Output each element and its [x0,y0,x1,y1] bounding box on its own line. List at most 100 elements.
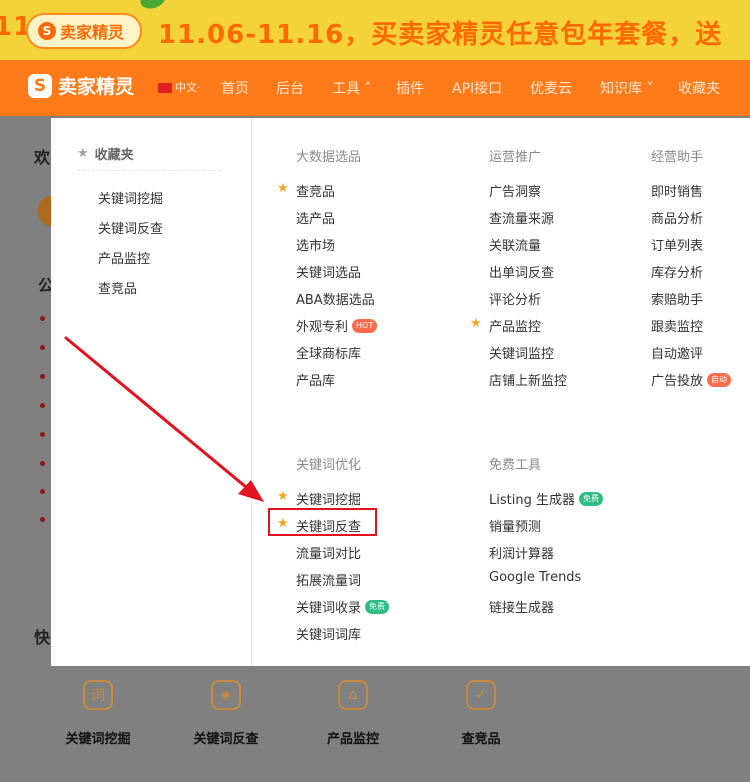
menu-item-keyword-selection[interactable]: 关键词选品 [296,262,361,281]
monitor-bag-icon: ⌂ [338,680,368,710]
notice-bullet [40,517,45,522]
box-search-icon: ◈ [211,680,241,710]
star-icon: ★ [77,146,89,161]
section-title-keyword: 关键词优化 [296,458,362,473]
menu-item-aba-selection[interactable]: ABA数据选品 [296,289,375,308]
notice-bullet [40,316,45,321]
quick-label: 关键词反查 [193,732,259,747]
menu-item-select-market[interactable]: 选市场 [296,235,335,254]
menu-item-google-trends[interactable]: Google Trends [489,570,581,585]
menu-item-check-competitor[interactable]: 查竞品 [296,181,335,200]
menu-item-review-analysis[interactable]: 评论分析 [489,289,541,308]
brand-logo-icon: S [38,22,56,40]
banner-brand-text: 卖家精灵 [60,23,125,42]
menu-item-trademark-db[interactable]: 全球商标库 [296,343,361,362]
quick-keyword-reverse[interactable]: ◈ 关键词反查 [181,680,271,747]
menu-item-keyword-mining[interactable]: 关键词挖掘 [296,489,361,508]
menu-item-product-analysis[interactable]: 商品分析 [651,208,703,227]
nav-backend[interactable]: 后台 [276,78,304,98]
logo-text: 卖家精灵 [58,76,135,98]
menu-item-label: 外观专利 [296,320,349,335]
menu-item-keyword-monitor[interactable]: 关键词监控 [489,343,554,362]
section-title-ops: 运营推广 [489,150,542,165]
menu-item-auto-review-request[interactable]: 自动邀评 [651,343,703,362]
favorite-item[interactable]: 产品监控 [98,248,150,267]
quick-keyword-mining[interactable]: 词 关键词挖掘 [53,680,143,747]
menu-item-ad-insight[interactable]: 广告洞察 [489,181,541,200]
menu-item-link-generator[interactable]: 链接生成器 [489,597,554,616]
hot-badge: HOT [352,318,378,333]
language-switcher[interactable]: 中文· [175,79,201,95]
nav-api[interactable]: API接口 [452,78,502,98]
favorites-title: 收藏夹 [94,148,134,163]
logo-icon: S [28,73,52,98]
menu-item-sales-forecast[interactable]: 销量预测 [489,516,541,535]
menu-item-product-monitor[interactable]: 产品监控 [489,316,541,335]
quick-product-monitor[interactable]: ⌂ 产品监控 [308,680,398,747]
menu-item-design-patent[interactable]: 外观专利 HOT [296,316,378,335]
star-icon: ★ [470,316,482,331]
notice-bullet [40,489,45,494]
nav-tools[interactable]: 工具 ˄ [332,78,371,98]
section-title-big-data: 大数据选品 [296,150,362,165]
menu-item-order-list[interactable]: 订单列表 [651,235,703,254]
top-nav: S 卖家精灵 中文· 首页 后台 工具 ˄ 插件 API接口 优麦云 知识库 ˅… [0,60,750,116]
notice-bullet [40,432,45,437]
quick-label: 产品监控 [326,732,379,747]
promo-banner[interactable]: 11 S 卖家精灵 11.06-11.16，买卖家精灵任意包年套餐，送 [0,0,750,60]
quick-label: 关键词挖掘 [65,732,131,747]
menu-item-listing-generator[interactable]: Listing 生成器 免费 [489,489,603,508]
menu-item-store-new-monitor[interactable]: 店铺上新监控 [489,370,567,389]
star-icon: ★ [277,489,289,504]
free-badge: 免费 [578,491,603,506]
menu-item-hijack-monitor[interactable]: 跟卖监控 [651,316,703,335]
menu-item-label: 广告投放 [651,374,704,389]
notice-bullet [40,461,45,466]
nav-youmaiyun[interactable]: 优麦云 [530,78,572,98]
nav-knowledge[interactable]: 知识库 ˅ [600,78,653,98]
quick-check-competitor[interactable]: ✓ 查竞品 [436,680,526,747]
tools-dropdown-menu: ★ 收藏夹 关键词挖掘 关键词反查 产品监控 查竞品 [51,118,750,666]
menu-item-label: 关键词收录 [296,601,362,616]
menu-item-order-keyword-reverse[interactable]: 出单词反查 [489,262,554,281]
menu-item-product-db[interactable]: 产品库 [296,370,335,389]
star-icon: ★ [277,181,289,196]
menu-item-label: Listing 生成器 [489,493,575,508]
quick-label: 查竞品 [461,732,501,747]
section-title-free: 免费工具 [489,458,542,473]
favorite-item[interactable]: 关键词反查 [98,218,163,237]
free-badge: 免费 [365,599,390,614]
welcome-fragment: 欢 [34,148,51,167]
quick-fragment: 快 [34,628,51,647]
menu-item-keyword-indexing[interactable]: 关键词收录 免费 [296,597,390,616]
notice-bullet [40,403,45,408]
menu-item-traffic-keyword-compare[interactable]: 流量词对比 [296,543,361,562]
china-flag-icon[interactable] [158,83,172,93]
menu-item-related-traffic[interactable]: 关联流量 [489,235,541,254]
menu-item-claim-assistant[interactable]: 索赔助手 [651,289,703,308]
menu-item-instant-sales[interactable]: 即时销售 [651,181,703,200]
notice-bullet [40,374,45,379]
nav-favorites[interactable]: 收藏夹 [678,78,720,98]
divider [77,170,221,171]
favorites-column: ★ 收藏夹 关键词挖掘 关键词反查 产品监控 查竞品 [51,118,252,666]
nav-home[interactable]: 首页 [221,78,249,98]
menu-item-traffic-source[interactable]: 查流量来源 [489,208,554,227]
menu-item-keyword-library[interactable]: 关键词词库 [296,624,361,643]
nav-plugins[interactable]: 插件 [396,78,424,98]
menu-item-select-product[interactable]: 选产品 [296,208,335,227]
favorite-item[interactable]: 关键词挖掘 [98,188,163,207]
verified-doc-icon: ✓ [466,680,496,710]
menu-item-inventory-analysis[interactable]: 库存分析 [651,262,703,281]
favorites-header: ★ 收藏夹 [77,144,134,163]
site-logo[interactable]: S 卖家精灵 [28,72,134,99]
leaf-decoration [137,0,169,12]
menu-item-expand-traffic-keywords[interactable]: 拓展流量词 [296,570,361,589]
highlight-box [268,508,377,536]
keyword-icon: 词 [83,680,113,710]
menu-item-profit-calculator[interactable]: 利润计算器 [489,543,554,562]
notice-bullet [40,345,45,350]
menu-item-ad-placement[interactable]: 广告投放 自动 [651,370,732,389]
banner-promo-text: 11.06-11.16，买卖家精灵任意包年套餐，送 [158,20,723,50]
favorite-item[interactable]: 查竞品 [98,278,137,297]
